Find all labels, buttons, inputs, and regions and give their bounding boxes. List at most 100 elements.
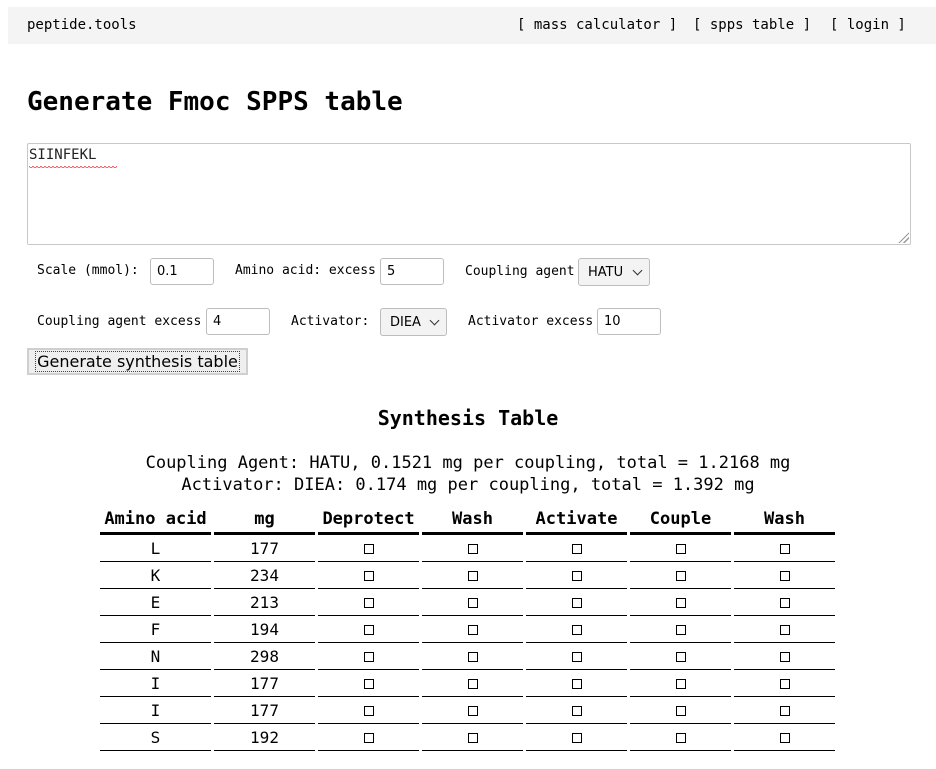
wash-cell xyxy=(422,643,523,670)
activate-checkbox[interactable] xyxy=(571,625,582,635)
wash-checkbox[interactable] xyxy=(467,571,478,581)
couple-cell xyxy=(630,589,731,616)
wash-cell xyxy=(422,562,523,589)
couple-checkbox[interactable] xyxy=(675,652,686,662)
activate-checkbox[interactable] xyxy=(571,544,582,554)
deprotect-checkbox[interactable] xyxy=(363,571,374,581)
sequence-input[interactable]: SIINFEKL xyxy=(27,143,911,245)
amino-acid-cell: E xyxy=(100,589,211,616)
wash-2-cell xyxy=(734,562,835,589)
nav-spps-table[interactable]: [ spps table ] xyxy=(693,17,811,33)
wash-2-checkbox[interactable] xyxy=(779,679,790,689)
table-body: L 177 K 234 E 213 F 194 N 298 I 177 I 17… xyxy=(100,535,835,751)
wash-cell xyxy=(422,670,523,697)
activate-cell xyxy=(526,643,627,670)
mg-cell: 298 xyxy=(214,643,315,670)
nav-login[interactable]: [ login ] xyxy=(830,17,906,33)
chevron-down-icon xyxy=(632,265,643,276)
wash-checkbox[interactable] xyxy=(467,544,478,554)
table-row: I 177 xyxy=(100,670,835,697)
wash-cell xyxy=(422,697,523,724)
col-amino-acid: Amino acid xyxy=(100,505,211,535)
mg-cell: 234 xyxy=(214,562,315,589)
activate-checkbox[interactable] xyxy=(571,598,582,608)
wash-checkbox[interactable] xyxy=(467,733,478,743)
deprotect-checkbox[interactable] xyxy=(363,625,374,635)
wash-2-checkbox[interactable] xyxy=(779,652,790,662)
wash-2-cell xyxy=(734,670,835,697)
generate-button-label: Generate synthesis table xyxy=(35,351,240,372)
resize-handle[interactable] xyxy=(897,231,909,243)
coupling-agent-label: Coupling agent xyxy=(465,264,575,279)
wash-2-cell xyxy=(734,697,835,724)
amino-acid-cell: I xyxy=(100,697,211,724)
deprotect-cell xyxy=(318,589,419,616)
brand-logo[interactable]: peptide.tools xyxy=(27,17,137,33)
couple-checkbox[interactable] xyxy=(675,625,686,635)
spellcheck-underline xyxy=(29,166,117,169)
coupling-agent-value: HATU xyxy=(588,265,624,280)
couple-checkbox[interactable] xyxy=(675,544,686,554)
activate-checkbox[interactable] xyxy=(571,706,582,716)
wash-checkbox[interactable] xyxy=(467,652,478,662)
couple-checkbox[interactable] xyxy=(675,571,686,581)
wash-2-checkbox[interactable] xyxy=(779,544,790,554)
activate-checkbox[interactable] xyxy=(571,652,582,662)
activate-checkbox[interactable] xyxy=(571,571,582,581)
wash-2-cell xyxy=(734,643,835,670)
coupling-excess-input[interactable] xyxy=(206,308,270,335)
deprotect-checkbox[interactable] xyxy=(363,598,374,608)
deprotect-cell xyxy=(318,643,419,670)
aa-excess-label: Amino acid: excess xyxy=(235,263,376,278)
couple-checkbox[interactable] xyxy=(675,733,686,743)
generate-table-button[interactable]: Generate synthesis table xyxy=(27,348,248,375)
wash-2-cell xyxy=(734,616,835,643)
activator-summary: Activator: DIEA: 0.174 mg per coupling, … xyxy=(181,475,755,495)
wash-checkbox[interactable] xyxy=(467,706,478,716)
wash-checkbox[interactable] xyxy=(467,598,478,608)
activator-excess-input[interactable] xyxy=(597,308,661,335)
chevron-down-icon xyxy=(429,315,440,326)
deprotect-checkbox[interactable] xyxy=(363,706,374,716)
nav-mass-calculator[interactable]: [ mass calculator ] xyxy=(517,17,677,33)
couple-checkbox[interactable] xyxy=(675,598,686,608)
amino-acid-cell: I xyxy=(100,670,211,697)
deprotect-checkbox[interactable] xyxy=(363,733,374,743)
wash-2-checkbox[interactable] xyxy=(779,625,790,635)
activate-checkbox[interactable] xyxy=(571,679,582,689)
activate-cell xyxy=(526,562,627,589)
mg-cell: 177 xyxy=(214,670,315,697)
coupling-agent-select[interactable]: HATU xyxy=(578,258,650,286)
wash-cell xyxy=(422,724,523,751)
page-title: Generate Fmoc SPPS table xyxy=(27,87,403,117)
activate-checkbox[interactable] xyxy=(571,733,582,743)
activator-select[interactable]: DIEA xyxy=(380,308,447,336)
scale-label: Scale (mmol): xyxy=(37,263,139,278)
table-row: S 192 xyxy=(100,724,835,751)
couple-cell xyxy=(630,670,731,697)
col-wash-2: Wash xyxy=(734,505,835,535)
scale-input[interactable] xyxy=(150,258,214,285)
wash-2-checkbox[interactable] xyxy=(779,733,790,743)
wash-2-checkbox[interactable] xyxy=(779,706,790,716)
amino-acid-cell: N xyxy=(100,643,211,670)
couple-checkbox[interactable] xyxy=(675,706,686,716)
wash-checkbox[interactable] xyxy=(467,625,478,635)
deprotect-cell xyxy=(318,562,419,589)
table-row: K 234 xyxy=(100,562,835,589)
mg-cell: 194 xyxy=(214,616,315,643)
couple-checkbox[interactable] xyxy=(675,679,686,689)
wash-2-checkbox[interactable] xyxy=(779,598,790,608)
col-deprotect: Deprotect xyxy=(318,505,419,535)
wash-checkbox[interactable] xyxy=(467,679,478,689)
deprotect-checkbox[interactable] xyxy=(363,544,374,554)
aa-excess-input[interactable] xyxy=(380,258,444,285)
table-row: I 177 xyxy=(100,697,835,724)
wash-2-checkbox[interactable] xyxy=(779,571,790,581)
table-row: N 298 xyxy=(100,643,835,670)
deprotect-checkbox[interactable] xyxy=(363,679,374,689)
couple-cell xyxy=(630,616,731,643)
deprotect-checkbox[interactable] xyxy=(363,652,374,662)
top-nav-bar: peptide.tools [ mass calculator ] [ spps… xyxy=(8,7,936,44)
mg-cell: 213 xyxy=(214,589,315,616)
